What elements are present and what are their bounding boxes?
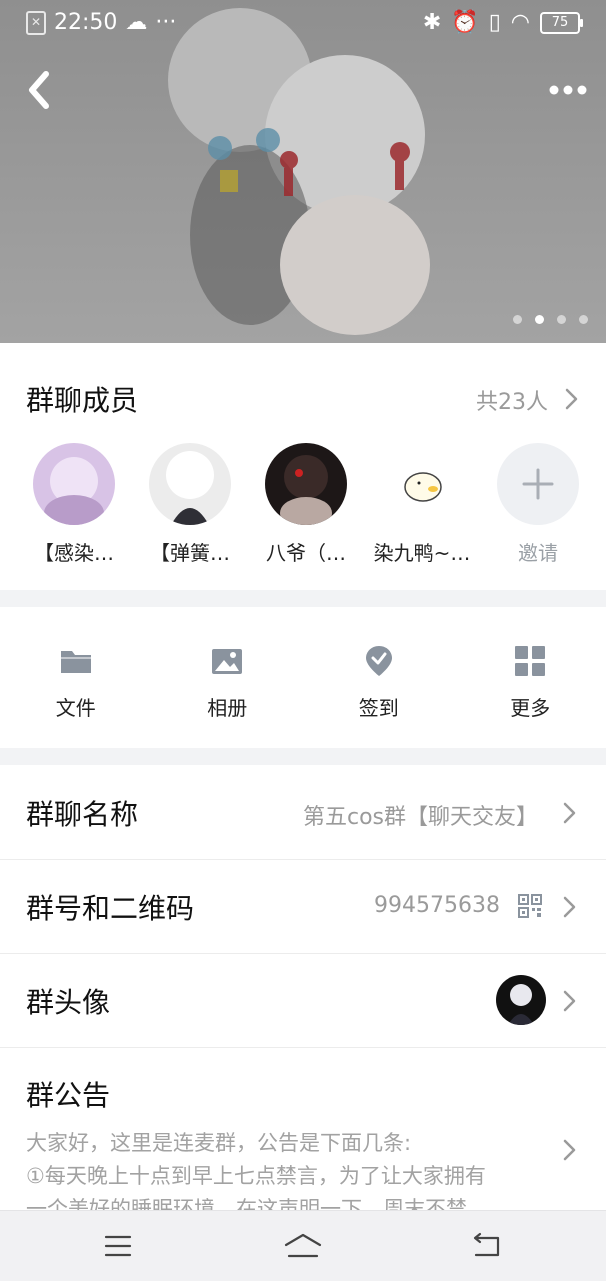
notice-line: ①每天晚上十点到早上七点禁言，为了让大家拥有 xyxy=(26,1160,551,1193)
carousel-dot-active xyxy=(535,315,544,324)
avatar xyxy=(33,443,115,525)
carousel-indicator xyxy=(513,315,588,324)
image-icon xyxy=(209,643,245,679)
carousel-dot xyxy=(557,315,566,324)
group-members-section: 群聊成员 共23人 【感染… 【弹簧… xyxy=(0,343,606,590)
member-item[interactable]: 染九鸭~… xyxy=(374,443,470,566)
group-tools-section: 文件 相册 签到 更多 xyxy=(0,607,606,748)
more-options-button[interactable] xyxy=(548,70,588,110)
notice-line: 大家好，这里是连麦群，公告是下面几条: xyxy=(26,1127,551,1160)
group-name-label: 群聊名称 xyxy=(26,793,138,833)
member-name: 【感染… xyxy=(34,537,114,566)
member-name: 【弹簧… xyxy=(150,537,230,566)
tool-label: 相册 xyxy=(207,692,247,721)
return-icon xyxy=(468,1229,508,1263)
chevron-left-icon xyxy=(22,66,62,114)
status-extra: ··· xyxy=(155,10,176,35)
member-item[interactable]: 【弹簧… xyxy=(142,443,238,566)
tool-label: 签到 xyxy=(359,692,399,721)
grid-icon xyxy=(512,643,548,679)
back-nav-button[interactable] xyxy=(468,1229,508,1263)
chevron-right-icon xyxy=(562,990,576,1012)
member-count[interactable]: 共23人 xyxy=(476,384,548,416)
menu-icon xyxy=(98,1229,138,1263)
battery-indicator: 75 xyxy=(540,12,580,34)
group-name-value: 第五cos群【聊天交友】 xyxy=(303,799,538,831)
folder-icon xyxy=(58,643,94,679)
tool-album[interactable]: 相册 xyxy=(152,643,304,721)
chevron-right-icon[interactable] xyxy=(564,388,578,410)
group-avatar-image xyxy=(496,975,546,1025)
group-name-row[interactable]: 群聊名称 第五cos群【聊天交友】 xyxy=(0,765,606,860)
members-title: 群聊成员 xyxy=(26,379,138,419)
tool-checkin[interactable]: 签到 xyxy=(303,643,455,721)
group-id-label: 群号和二维码 xyxy=(26,887,194,927)
home-button[interactable] xyxy=(283,1229,323,1263)
menu-button[interactable] xyxy=(98,1229,138,1263)
check-badge-icon xyxy=(361,643,397,679)
cover-illustration xyxy=(0,0,606,343)
back-button[interactable] xyxy=(22,66,62,114)
status-time: 22:50 xyxy=(54,10,117,35)
member-name: 八爷（… xyxy=(266,537,346,566)
cloud-icon: ☁ xyxy=(125,10,147,35)
avatar xyxy=(381,443,463,525)
chevron-right-icon xyxy=(562,1139,576,1161)
system-navigation-bar xyxy=(0,1210,606,1281)
wifi-icon: ◠ xyxy=(511,10,530,35)
member-list: 【感染… 【弹簧… 八爷（… xyxy=(26,443,586,566)
group-avatar-label: 群头像 xyxy=(26,981,110,1021)
avatar xyxy=(149,443,231,525)
status-bar: ✕ 22:50 ☁ ··· ✱ ⏰ ▯ ◠ 75 xyxy=(0,0,606,48)
tool-label: 文件 xyxy=(56,692,96,721)
invite-button[interactable]: 邀请 xyxy=(490,443,586,566)
member-item[interactable]: 八爷（… xyxy=(258,443,354,566)
member-name: 染九鸭~… xyxy=(374,537,471,566)
no-sim-icon: ✕ xyxy=(26,11,46,35)
more-horizontal-icon xyxy=(548,70,588,110)
member-item[interactable]: 【感染… xyxy=(26,443,122,566)
group-notice-row[interactable]: 群公告 大家好，这里是连麦群，公告是下面几条: ①每天晚上十点到早上七点禁言，为… xyxy=(0,1047,606,1210)
qr-code-icon xyxy=(518,894,542,918)
chevron-right-icon xyxy=(562,802,576,824)
bluetooth-icon: ✱ xyxy=(423,10,441,35)
group-settings-section: 群聊名称 第五cos群【聊天交友】 群号和二维码 994575638 群头像 xyxy=(0,765,606,1210)
group-cover-banner[interactable]: ✕ 22:50 ☁ ··· ✱ ⏰ ▯ ◠ 75 xyxy=(0,0,606,343)
group-id-value: 994575638 xyxy=(374,893,500,918)
group-id-row[interactable]: 群号和二维码 994575638 xyxy=(0,859,606,954)
avatar xyxy=(265,443,347,525)
alarm-icon: ⏰ xyxy=(451,10,478,35)
invite-label: 邀请 xyxy=(518,537,558,566)
home-icon xyxy=(283,1229,323,1263)
notice-title: 群公告 xyxy=(26,1074,110,1114)
tool-label: 更多 xyxy=(510,692,550,721)
carousel-dot xyxy=(579,315,588,324)
invite-plus-icon xyxy=(497,443,579,525)
tool-more[interactable]: 更多 xyxy=(455,643,606,721)
vibrate-icon: ▯ xyxy=(489,10,501,35)
chevron-right-icon xyxy=(562,896,576,918)
group-avatar-row[interactable]: 群头像 xyxy=(0,953,606,1048)
tool-files[interactable]: 文件 xyxy=(0,643,152,721)
carousel-dot xyxy=(513,315,522,324)
